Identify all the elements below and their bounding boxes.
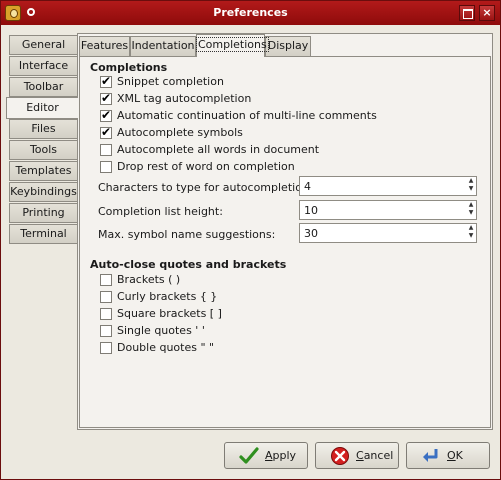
tab-toolbar[interactable]: Toolbar: [9, 77, 77, 97]
double-quotes-checkbox[interactable]: [100, 342, 112, 354]
autocomplete-symbols-checkbox[interactable]: [100, 125, 112, 139]
spin-arrows-icon[interactable]: ▲ ▼: [466, 224, 476, 242]
preferences-window: Preferences × General Interface Toolbar …: [0, 0, 501, 480]
chars-to-type-value[interactable]: 4: [304, 180, 311, 193]
chars-to-type-label: Characters to type for autocompletion:: [98, 181, 313, 194]
brackets-checkbox[interactable]: [100, 274, 112, 286]
max-symbol-suggestions-value[interactable]: 30: [304, 227, 318, 240]
tab-keybindings[interactable]: Keybindings: [9, 182, 77, 202]
square-brackets-label: Square brackets [ ]: [117, 307, 222, 320]
completion-list-height-value[interactable]: 10: [304, 204, 318, 217]
completion-list-height-spin[interactable]: 10 ▲ ▼: [299, 200, 477, 220]
xml-tag-autocompletion-checkbox[interactable]: [100, 91, 112, 105]
double-quotes-label: Double quotes " ": [117, 341, 215, 354]
completions-heading: Completions: [90, 61, 168, 74]
cancel-button[interactable]: Cancel: [315, 442, 399, 469]
single-quotes-label: Single quotes ' ': [117, 324, 205, 337]
drop-rest-of-word-label: Drop rest of word on completion: [117, 160, 295, 173]
title-bar[interactable]: Preferences ×: [1, 1, 500, 25]
enter-arrow-icon: [423, 449, 438, 462]
tab-tools[interactable]: Tools: [9, 140, 77, 160]
spin-arrows-icon[interactable]: ▲ ▼: [466, 201, 476, 219]
cancel-icon: [331, 447, 349, 465]
apply-button[interactable]: Apply: [224, 442, 308, 469]
autoclose-heading: Auto-close quotes and brackets: [90, 258, 287, 271]
brackets-label: Brackets ( ): [117, 273, 181, 286]
autocomplete-all-words-label: Autocomplete all words in document: [117, 143, 320, 156]
spin-arrows-icon[interactable]: ▲ ▼: [466, 177, 476, 195]
drop-rest-of-word-checkbox[interactable]: [100, 161, 112, 173]
ok-button[interactable]: OK: [406, 442, 490, 469]
tab-completions-label: Completions: [196, 37, 269, 52]
xml-tag-autocompletion-label: XML tag autocompletion: [117, 92, 252, 105]
curly-brackets-checkbox[interactable]: [100, 291, 112, 303]
square-brackets-checkbox[interactable]: [100, 308, 112, 320]
max-symbol-suggestions-label: Max. symbol name suggestions:: [98, 228, 276, 241]
snippet-completion-label: Snippet completion: [117, 75, 224, 88]
tab-display[interactable]: Display: [265, 36, 311, 56]
close-icon[interactable]: ×: [479, 5, 495, 21]
autocomplete-symbols-label: Autocomplete symbols: [117, 126, 243, 139]
tab-completions[interactable]: Completions: [196, 34, 269, 57]
tab-editor[interactable]: Editor: [6, 97, 78, 119]
apply-label: Apply: [265, 449, 297, 462]
multiline-comments-checkbox[interactable]: [100, 108, 112, 122]
tab-printing[interactable]: Printing: [9, 203, 77, 223]
tab-interface[interactable]: Interface: [9, 56, 77, 76]
curly-brackets-label: Curly brackets { }: [117, 290, 218, 303]
tab-terminal[interactable]: Terminal: [9, 224, 77, 244]
snippet-completion-checkbox[interactable]: [100, 74, 112, 88]
cancel-label: Cancel: [356, 449, 394, 462]
max-symbol-suggestions-spin[interactable]: 30 ▲ ▼: [299, 223, 477, 243]
tab-general[interactable]: General: [9, 35, 77, 55]
tab-indentation[interactable]: Indentation: [130, 36, 196, 56]
chars-to-type-spin[interactable]: 4 ▲ ▼: [299, 176, 477, 196]
ok-label: OK: [447, 449, 463, 462]
tab-templates[interactable]: Templates: [9, 161, 77, 181]
multiline-comments-label: Automatic continuation of multi-line com…: [117, 109, 377, 122]
single-quotes-checkbox[interactable]: [100, 325, 112, 337]
completion-list-height-label: Completion list height:: [98, 205, 223, 218]
maximize-icon[interactable]: [459, 5, 475, 21]
tab-files[interactable]: Files: [9, 119, 77, 139]
checkmark-icon: [239, 447, 259, 464]
tab-features[interactable]: Features: [79, 36, 130, 56]
window-title: Preferences: [213, 6, 288, 19]
autocomplete-all-words-checkbox[interactable]: [100, 144, 112, 156]
